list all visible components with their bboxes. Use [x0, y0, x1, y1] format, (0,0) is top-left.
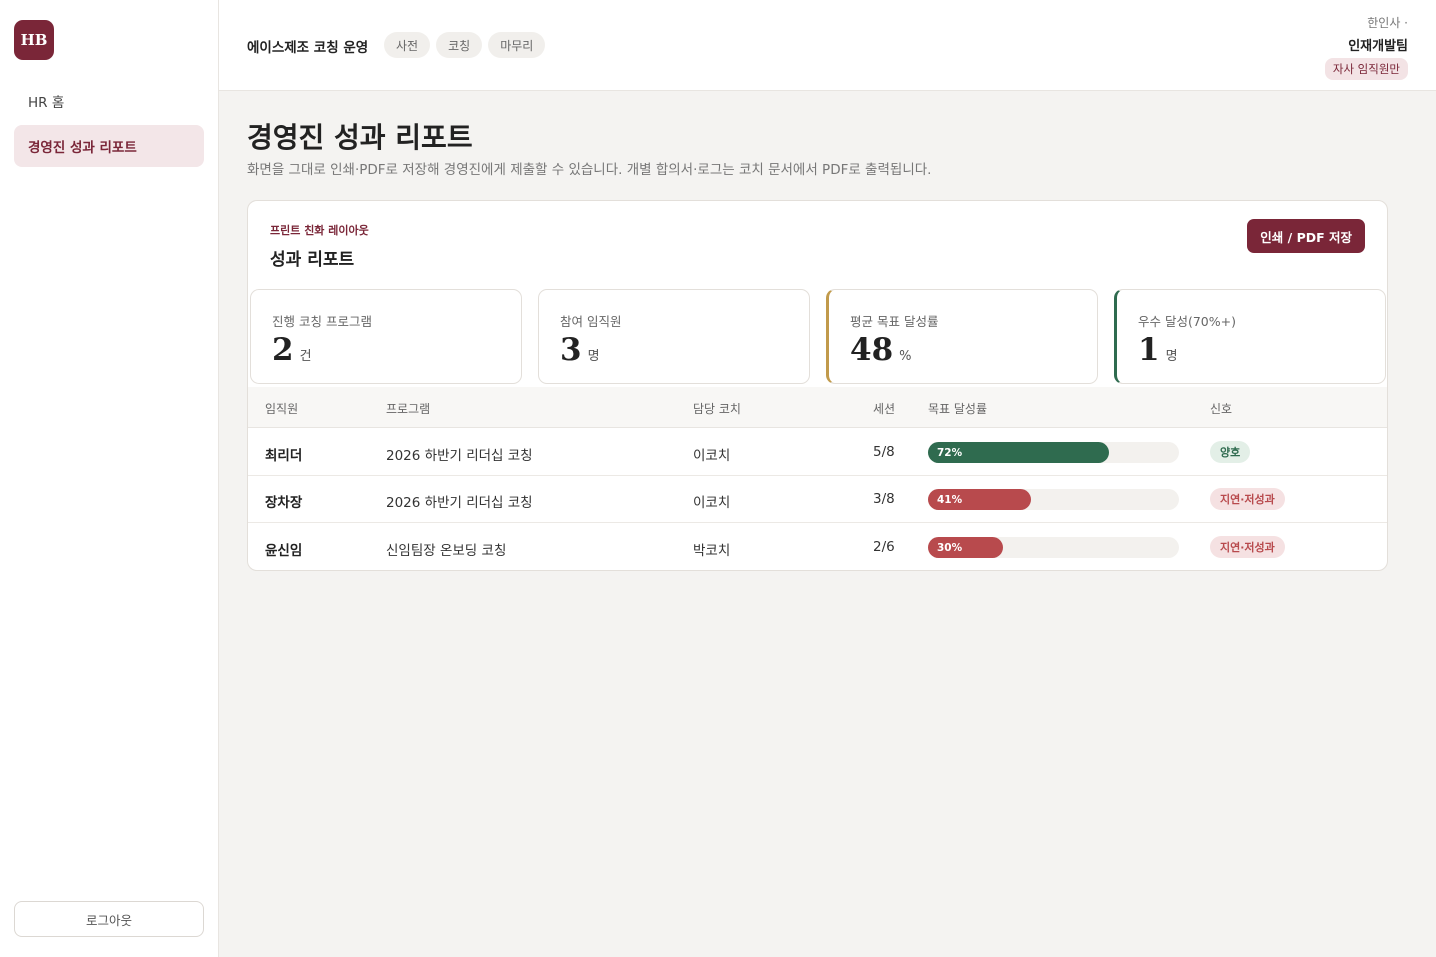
stat-value: 3 [560, 332, 582, 368]
column-header-employee: 임직원 [265, 402, 299, 416]
app-logo[interactable]: HB [14, 20, 54, 60]
progress-bar: 41% [928, 489, 1179, 510]
coach-name: 박코치 [693, 543, 731, 559]
status-badge: 양호 [1210, 441, 1251, 463]
column-header-signal: 신호 [1210, 402, 1233, 416]
stat-label: 참여 임직원 [560, 314, 622, 329]
progress-fill: 30% [928, 537, 1004, 558]
sidebar-item-hr-home[interactable]: HR 홈 [14, 80, 204, 122]
card-title: 성과 리포트 [270, 250, 355, 270]
table-row: 최리더 2026 하반기 리더십 코칭 이코치 5/8 72% 양호 [248, 429, 1387, 476]
stat-card-avg-achievement: 평균 목표 달성률 48 % [826, 289, 1098, 384]
tab-phase-wrapup[interactable]: 마무리 [488, 32, 546, 58]
stat-card-participants: 참여 임직원 3 명 [538, 289, 810, 384]
table-row: 장차장 2026 하반기 리더십 코칭 이코치 3/8 41% 지연·저성과 [248, 476, 1387, 523]
stat-card-programs: 진행 코칭 프로그램 2 건 [250, 289, 522, 384]
print-pdf-button[interactable]: 인쇄 / PDF 저장 [1247, 219, 1365, 253]
stat-label: 평균 목표 달성률 [850, 314, 939, 329]
report-card: 프린트 친화 레이아웃 성과 리포트 인쇄 / PDF 저장 진행 코칭 프로그… [247, 200, 1388, 571]
sidebar-item-executive-report[interactable]: 경영진 성과 리포트 [14, 125, 204, 167]
column-header-session: 세션 [873, 402, 896, 416]
stat-label: 우수 달성(70%+) [1138, 314, 1236, 329]
stat-value: 48 [850, 332, 894, 368]
progress-bar: 30% [928, 537, 1179, 558]
session-count: 3/8 [873, 491, 895, 507]
program-name: 신임팀장 온보딩 코칭 [386, 543, 507, 559]
session-count: 2/6 [873, 539, 895, 555]
table-row: 윤신임 신임팀장 온보딩 코칭 박코치 2/6 30% 지연·저성과 [248, 524, 1387, 570]
top-bar: 에이스제조 코칭 운영 사전 코칭 마무리 한인사 · 인재개발팀 자사 임직원… [219, 0, 1436, 91]
stat-unit: 명 [1165, 349, 1178, 364]
program-name: 2026 하반기 리더십 코칭 [386, 495, 533, 511]
column-header-program: 프로그램 [386, 402, 431, 416]
sidebar: HB HR 홈 경영진 성과 리포트 로그아웃 [0, 0, 219, 957]
card-kicker: 프린트 친화 레이아웃 [270, 224, 369, 237]
stat-unit: 명 [587, 349, 600, 364]
stat-value: 2 [272, 332, 294, 368]
status-badge: 지연·저성과 [1210, 536, 1285, 558]
sidebar-item-label: 경영진 성과 리포트 [28, 140, 137, 156]
user-name: 한인사 · [1367, 16, 1408, 30]
coach-name: 이코치 [693, 495, 731, 511]
page-title: 경영진 성과 리포트 [247, 121, 473, 154]
employee-name: 최리더 [265, 448, 303, 464]
status-badge: 지연·저성과 [1210, 488, 1285, 510]
phase-tabs: 사전 코칭 마무리 [384, 32, 546, 58]
sidebar-item-label: HR 홈 [28, 95, 65, 111]
table-header: 임직원 프로그램 담당 코치 세션 목표 달성률 신호 [248, 387, 1387, 428]
tab-phase-coaching[interactable]: 코칭 [436, 32, 483, 58]
tab-phase-pre[interactable]: 사전 [384, 32, 431, 58]
logout-button[interactable]: 로그아웃 [14, 901, 204, 937]
column-header-achievement: 목표 달성률 [928, 402, 988, 416]
stat-label: 진행 코칭 프로그램 [272, 314, 372, 329]
stat-card-top-achievers: 우수 달성(70%+) 1 명 [1114, 289, 1386, 384]
progress-fill: 41% [928, 489, 1031, 510]
employee-name: 윤신임 [265, 543, 303, 559]
stat-unit: 건 [299, 349, 312, 364]
stat-value: 1 [1138, 332, 1160, 368]
page-description: 화면을 그대로 인쇄·PDF로 저장해 경영진에게 제출할 수 있습니다. 개별… [247, 162, 932, 178]
coach-name: 이코치 [693, 448, 731, 464]
progress-fill: 72% [928, 442, 1109, 463]
user-info: 한인사 · 인재개발팀 자사 임직원만 [1324, 14, 1408, 80]
session-count: 5/8 [873, 444, 895, 460]
progress-bar: 72% [928, 442, 1179, 463]
stat-unit: % [899, 349, 912, 364]
user-team: 인재개발팀 [1348, 39, 1408, 54]
column-header-coach: 담당 코치 [693, 402, 741, 416]
app-title: 에이스제조 코칭 운영 [247, 40, 369, 56]
scope-badge: 자사 임직원만 [1324, 58, 1408, 80]
employee-name: 장차장 [265, 495, 303, 511]
program-name: 2026 하반기 리더십 코칭 [386, 448, 533, 464]
